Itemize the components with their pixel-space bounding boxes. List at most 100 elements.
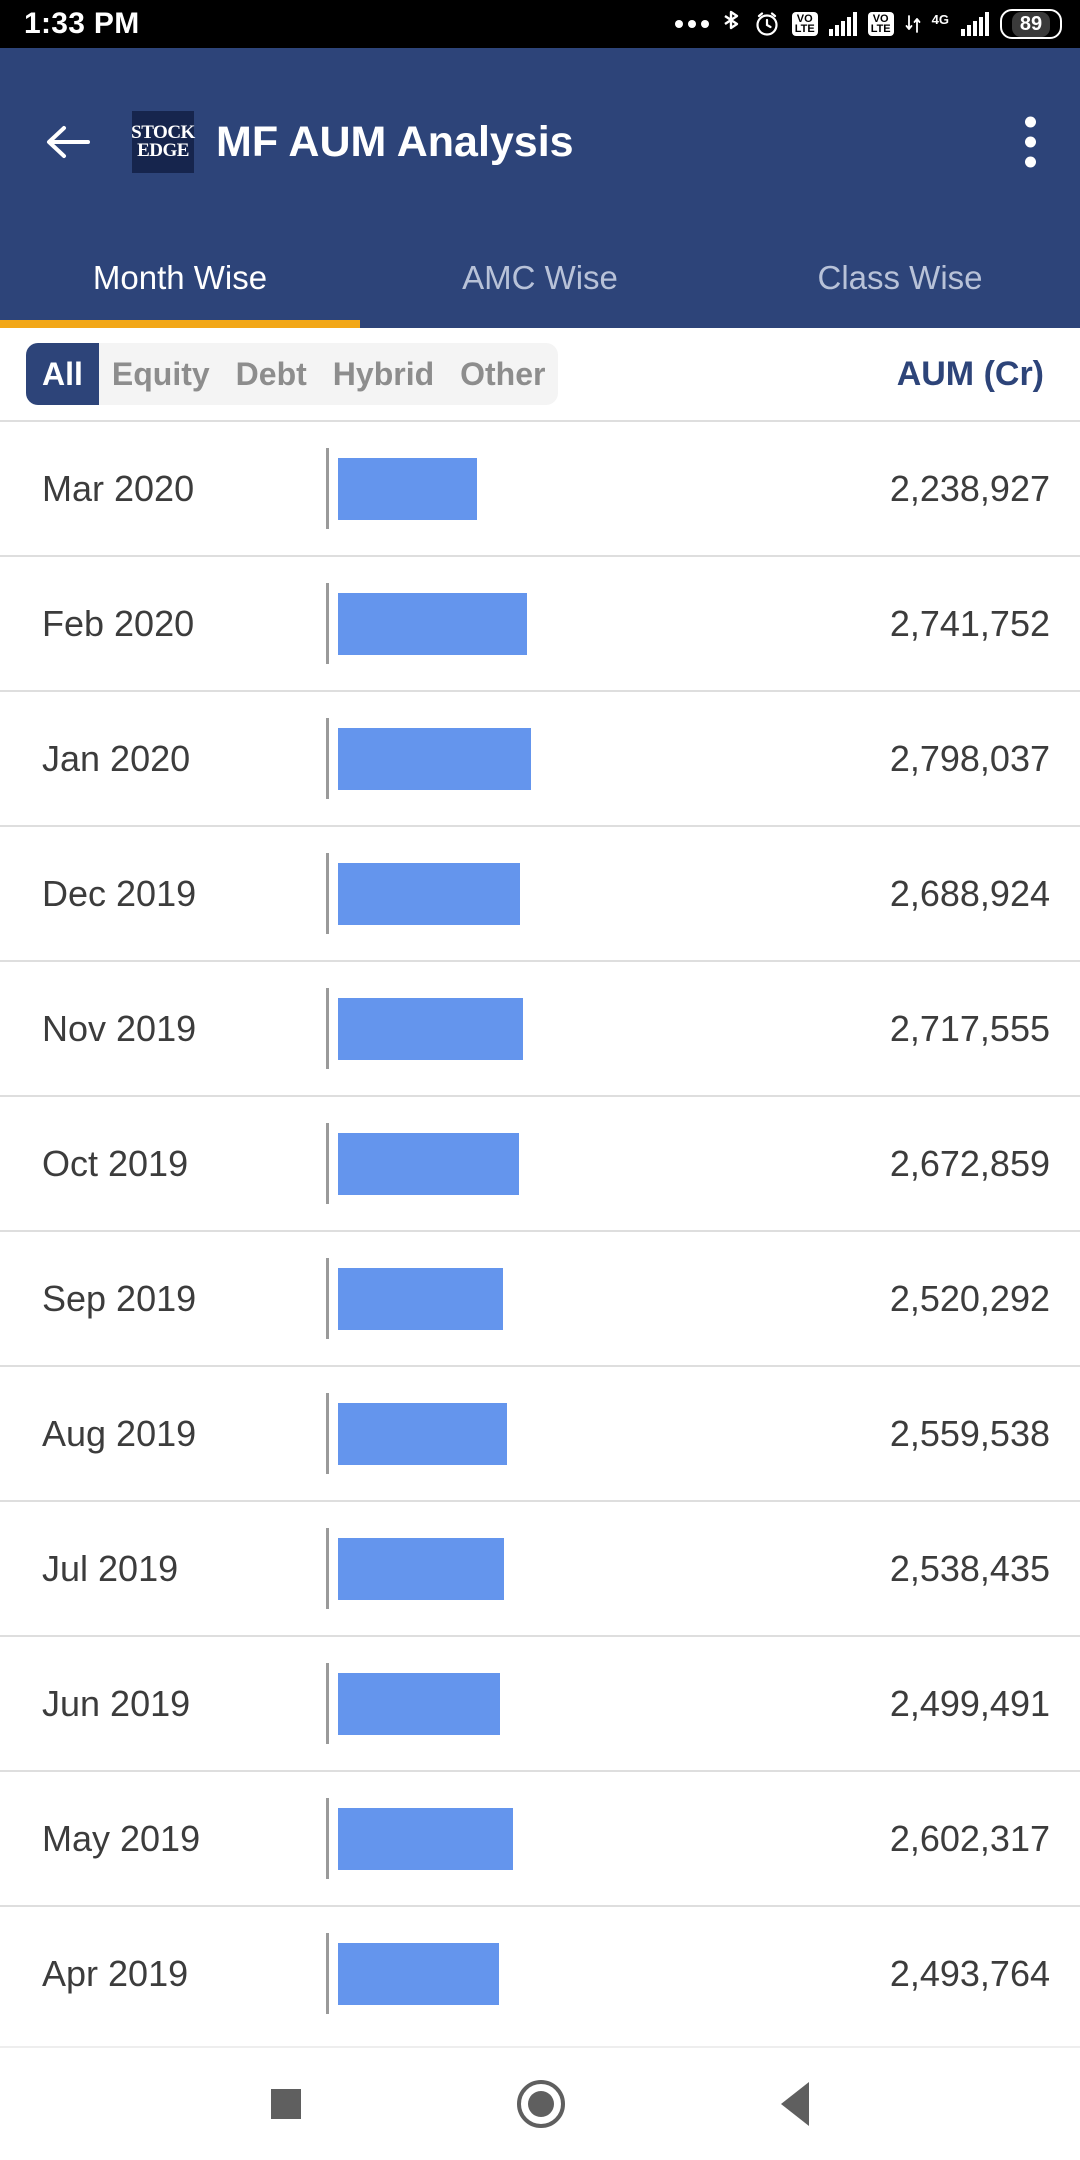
baseline-axis — [326, 583, 329, 664]
volte-sim1-icon: VO LTE — [791, 7, 818, 41]
row-month-label: Nov 2019 — [42, 1007, 197, 1049]
row-bar-track — [326, 1502, 810, 1635]
row-bar — [338, 1402, 507, 1465]
filter-chip-all[interactable]: All — [26, 343, 99, 405]
battery-icon: 89 — [1000, 9, 1062, 39]
mobile-data-4g-icon — [905, 7, 921, 41]
row-bar-track — [326, 1637, 810, 1770]
row-bar — [338, 1672, 500, 1735]
filter-chip-equity[interactable]: Equity — [99, 343, 223, 405]
chip-label: All — [42, 355, 83, 392]
more-notifications-icon — [674, 7, 709, 41]
back-triangle-left-icon[interactable] — [781, 2082, 809, 2126]
row-month-label: Jan 2020 — [42, 737, 191, 779]
table-row[interactable]: Dec 2019 2,688,924 — [0, 825, 1080, 960]
table-row[interactable]: Aug 2019 2,559,538 — [0, 1365, 1080, 1500]
row-month-label: Dec 2019 — [42, 872, 197, 914]
tab-amc-wise[interactable]: AMC Wise — [360, 236, 720, 328]
row-aum-value: 2,717,555 — [889, 1007, 1050, 1049]
filter-chip-hybrid[interactable]: Hybrid — [320, 343, 447, 405]
baseline-axis — [326, 1663, 329, 1744]
row-bar-track — [326, 1367, 810, 1500]
bluetooth-icon — [720, 7, 742, 41]
baseline-axis — [326, 718, 329, 799]
row-aum-value: 2,238,927 — [889, 467, 1050, 509]
row-month-label: Oct 2019 — [42, 1142, 189, 1184]
table-row[interactable]: Mar 2020 2,238,927 — [0, 420, 1080, 555]
filter-chip-debt[interactable]: Debt — [223, 343, 320, 405]
volte-sim2-icon: VO LTE — [867, 7, 894, 41]
table-row[interactable]: Jul 2019 2,538,435 — [0, 1500, 1080, 1635]
column-header-aum: AUM (Cr) — [896, 354, 1044, 393]
row-bar — [338, 1807, 513, 1870]
status-clock: 1:33 PM — [24, 7, 140, 40]
row-aum-value: 2,688,924 — [889, 872, 1050, 914]
page-title: MF AUM Analysis — [216, 117, 574, 166]
logo-line-2: EDGE — [137, 140, 189, 161]
row-bar — [338, 1267, 503, 1330]
row-month-label: Jul 2019 — [42, 1547, 179, 1589]
baseline-axis — [326, 853, 329, 934]
aum-month-list[interactable]: Mar 2020 2,238,927 Feb 2020 2,741,752 Jan 20… — [0, 420, 1080, 2040]
overflow-menu-icon[interactable] — [1025, 116, 1036, 168]
baseline-axis — [326, 1123, 329, 1204]
row-bar-track — [326, 692, 810, 825]
baseline-axis — [326, 1528, 329, 1609]
filter-bar: All Equity Debt Hybrid Other AUM (Cr) — [0, 328, 1080, 420]
baseline-axis — [326, 1393, 329, 1474]
row-month-label: Aug 2019 — [42, 1412, 197, 1454]
row-aum-value: 2,602,317 — [889, 1817, 1050, 1859]
row-bar-track — [326, 1772, 810, 1905]
row-bar-track — [326, 962, 810, 1095]
row-aum-value: 2,538,435 — [889, 1547, 1050, 1589]
row-bar-track — [326, 1907, 810, 2040]
row-aum-value: 2,672,859 — [889, 1142, 1050, 1184]
row-bar — [338, 457, 477, 520]
row-bar — [338, 1537, 504, 1600]
table-row[interactable]: Jan 2020 2,798,037 — [0, 690, 1080, 825]
stockedge-logo: STOCK EDGE — [131, 111, 195, 173]
baseline-axis — [326, 1258, 329, 1339]
row-bar — [338, 1942, 499, 2005]
row-aum-value: 2,559,538 — [889, 1412, 1050, 1454]
row-month-label: Apr 2019 — [42, 1952, 189, 1994]
row-aum-value: 2,499,491 — [889, 1682, 1050, 1724]
tab-label: Month Wise — [92, 259, 268, 296]
row-aum-value: 2,520,292 — [889, 1277, 1050, 1319]
row-month-label: Feb 2020 — [42, 602, 195, 644]
table-row[interactable]: Sep 2019 2,520,292 — [0, 1230, 1080, 1365]
table-row[interactable]: Apr 2019 2,493,764 — [0, 1905, 1080, 2040]
row-bar — [338, 1132, 519, 1195]
filter-chip-other[interactable]: Other — [447, 343, 558, 405]
table-row[interactable]: Oct 2019 2,672,859 — [0, 1095, 1080, 1230]
tab-class-wise[interactable]: Class Wise — [720, 236, 1080, 328]
signal-sim2-icon — [961, 12, 989, 36]
row-month-label: Sep 2019 — [42, 1277, 197, 1319]
chip-label: Other — [460, 355, 546, 392]
back-arrow-icon[interactable] — [40, 114, 96, 170]
tab-label: AMC Wise — [462, 259, 618, 296]
recents-square-icon[interactable] — [271, 2089, 301, 2119]
row-bar-track — [326, 557, 810, 690]
tab-month-wise[interactable]: Month Wise — [0, 236, 360, 328]
table-row[interactable]: May 2019 2,602,317 — [0, 1770, 1080, 1905]
chip-label: Hybrid — [332, 355, 435, 392]
row-month-label: Jun 2019 — [42, 1682, 191, 1724]
table-row[interactable]: Jun 2019 2,499,491 — [0, 1635, 1080, 1770]
chip-label: Debt — [235, 355, 307, 392]
row-bar — [338, 862, 520, 925]
app-bar: STOCK EDGE MF AUM Analysis — [0, 48, 1080, 236]
battery-level-label: 89 — [1011, 11, 1051, 37]
table-row[interactable]: Nov 2019 2,717,555 — [0, 960, 1080, 1095]
row-bar-track — [326, 422, 810, 555]
status-bar: 1:33 PM VO LTE VO LTE 4G 89 — [0, 0, 1080, 48]
row-bar — [338, 727, 531, 790]
row-aum-value: 2,741,752 — [889, 602, 1050, 644]
4g-label-icon: 4G — [931, 12, 949, 27]
home-circle-icon[interactable] — [517, 2080, 565, 2128]
table-row[interactable]: Feb 2020 2,741,752 — [0, 555, 1080, 690]
row-aum-value: 2,798,037 — [889, 737, 1050, 779]
row-bar-track — [326, 1097, 810, 1230]
baseline-axis — [326, 988, 329, 1069]
status-icon-tray: VO LTE VO LTE 4G 89 — [674, 3, 1062, 46]
